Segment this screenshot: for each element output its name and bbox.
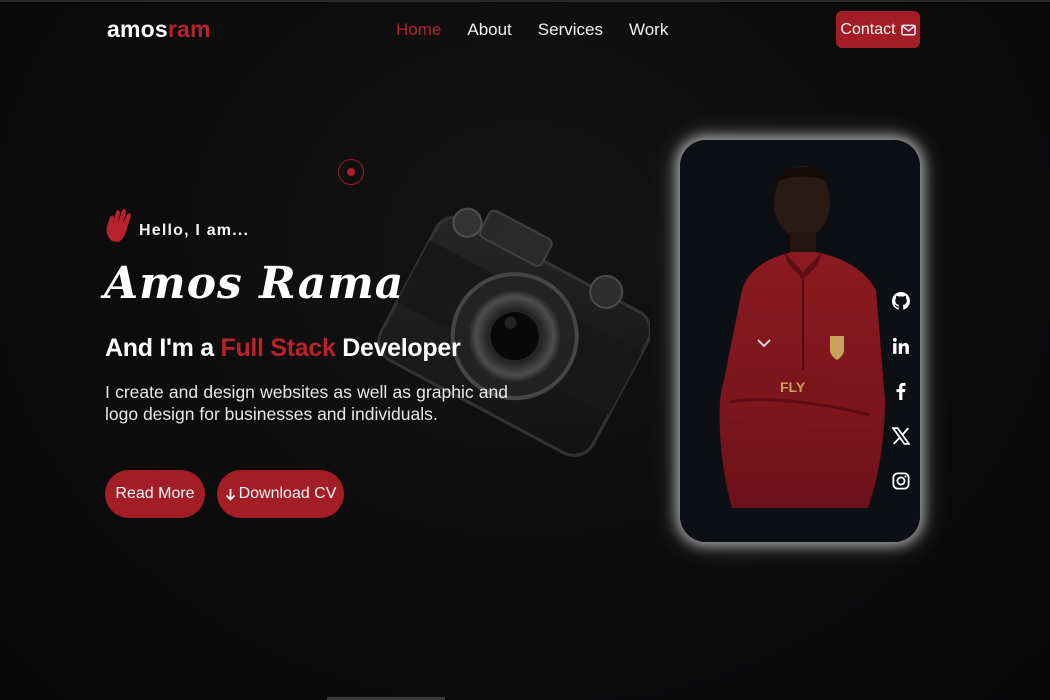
contact-button[interactable]: Contact	[836, 11, 920, 48]
role-highlight: Full Stack	[220, 334, 336, 362]
instagram-icon	[892, 471, 910, 490]
read-more-label: Read More	[115, 485, 195, 502]
read-more-button[interactable]: Read More	[105, 470, 205, 518]
greeting-text: Hello, I am...	[139, 222, 250, 239]
top-border	[0, 0, 1050, 2]
download-cv-label: Download CV	[238, 485, 337, 502]
envelope-icon	[900, 24, 916, 35]
role-suffix: Developer	[335, 334, 461, 362]
page: amosram Home About Services Work Contact	[0, 0, 1050, 700]
logo-text: amos	[107, 16, 168, 42]
hero-description: I create and design websites as well as …	[105, 382, 508, 424]
hero-name: Amos Rama	[104, 258, 405, 309]
logo-accent: ram	[167, 16, 211, 42]
waving-hand-icon	[106, 209, 131, 242]
main-nav: Home About Services Work	[396, 20, 668, 40]
linkedin-icon	[892, 337, 909, 354]
nav-work[interactable]: Work	[629, 20, 668, 40]
profile-photo: FLY	[680, 140, 920, 542]
social-links	[890, 290, 912, 491]
site-logo[interactable]: amosram	[107, 16, 211, 43]
github-link[interactable]	[890, 290, 912, 311]
role-prefix: And I'm a	[105, 334, 221, 362]
x-icon	[892, 426, 910, 445]
facebook-icon	[896, 382, 906, 400]
nav-about[interactable]: About	[467, 20, 511, 40]
linkedin-link[interactable]	[890, 335, 912, 356]
hero-role: And I'm a Full Stack Developer	[105, 334, 461, 363]
svg-text:FLY: FLY	[780, 379, 806, 395]
download-cv-button[interactable]: Download CV	[217, 470, 344, 518]
github-icon	[892, 291, 910, 310]
contact-label: Contact	[840, 20, 896, 38]
profile-card: FLY	[680, 140, 920, 542]
instagram-link[interactable]	[890, 470, 912, 491]
facebook-link[interactable]	[890, 380, 912, 401]
x-link[interactable]	[890, 425, 912, 446]
nav-home[interactable]: Home	[396, 20, 441, 40]
decorative-ring	[338, 159, 364, 185]
arrow-down-icon	[225, 488, 235, 501]
nav-services[interactable]: Services	[538, 20, 603, 40]
